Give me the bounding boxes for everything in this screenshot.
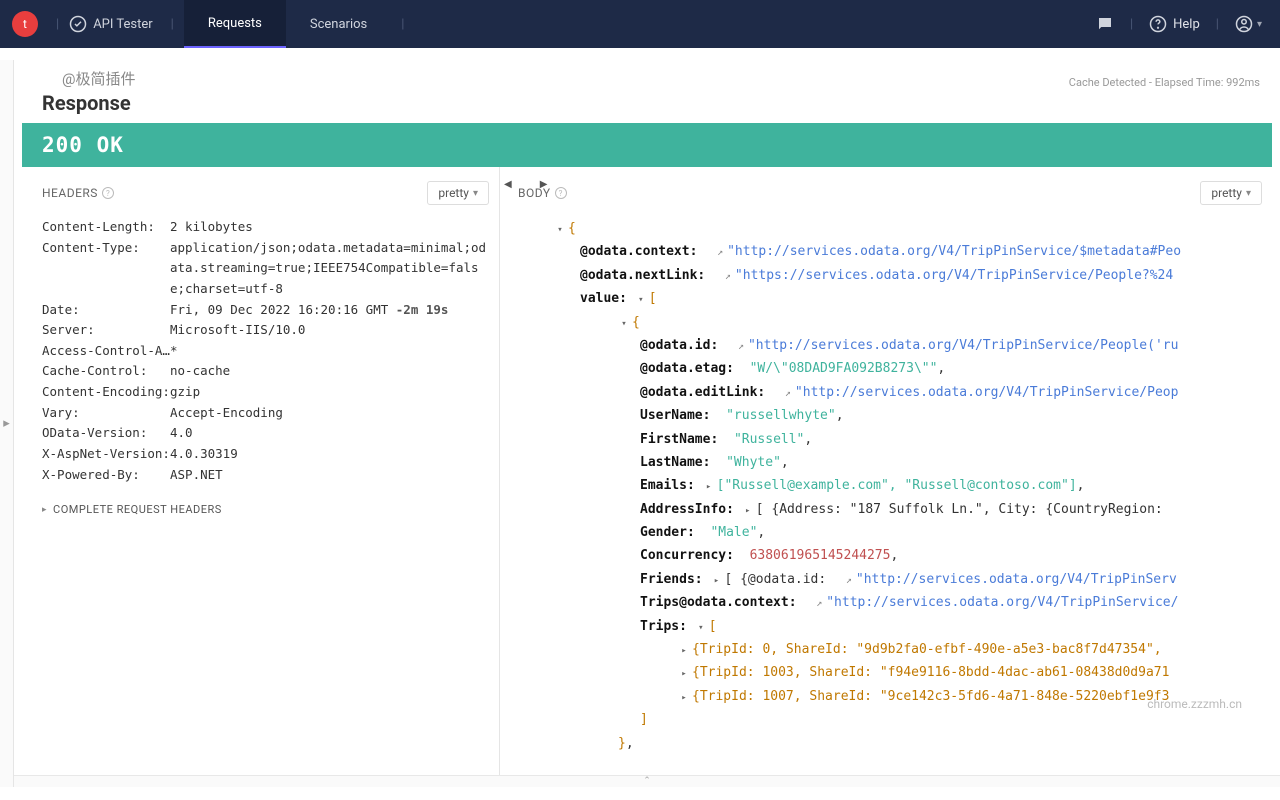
header-row: Content-Type:application/json;odata.meta…	[42, 238, 489, 300]
nav-label: API Tester	[93, 17, 152, 32]
header-key: Server:	[42, 320, 170, 341]
header-value: gzip	[170, 382, 489, 403]
response-title: Response	[42, 91, 131, 115]
external-link-icon[interactable]: ↗	[717, 244, 723, 262]
speech-icon	[1096, 15, 1114, 33]
headers-title: HEADERS	[42, 186, 98, 200]
toggle-icon[interactable]: ▸	[678, 643, 690, 659]
header-value: Fri, 09 Dec 2022 16:20:16 GMT -2m 19s	[170, 300, 489, 321]
check-circle-icon	[69, 15, 87, 33]
external-link-icon[interactable]: ↗	[816, 595, 822, 613]
watermark-right: chrome.zzzmh.cn	[1147, 697, 1242, 711]
help-button[interactable]: Help	[1143, 15, 1206, 33]
external-link-icon[interactable]: ↗	[846, 572, 852, 590]
external-link-icon[interactable]: ↗	[725, 268, 731, 286]
external-link-icon[interactable]: ↗	[738, 338, 744, 356]
header-key: Access-Control-Al…	[42, 341, 170, 362]
split-handle[interactable]: ◀ ▶	[500, 177, 540, 192]
header-key: Date:	[42, 300, 170, 321]
header-key: Vary:	[42, 403, 170, 424]
body-help-icon[interactable]: ?	[555, 187, 567, 199]
external-link-icon[interactable]: ↗	[785, 385, 791, 403]
collapse-left-icon[interactable]: ◀	[500, 177, 516, 192]
header-value: Accept-Encoding	[170, 403, 489, 424]
body-view-dropdown[interactable]: pretty ▾	[1200, 181, 1262, 205]
left-panel-handle[interactable]: ▸	[0, 60, 14, 787]
header-key: X-Powered-By:	[42, 465, 170, 486]
response-meta: Cache Detected - Elapsed Time: 992ms	[1069, 76, 1260, 89]
toggle-icon[interactable]: ▸	[703, 479, 715, 495]
headers-help-icon[interactable]: ?	[102, 187, 114, 199]
header-key: OData-Version:	[42, 423, 170, 444]
topbar: t | API Tester | Requests Scenarios | | …	[0, 0, 1280, 48]
headers-view-dropdown[interactable]: pretty ▾	[427, 181, 489, 205]
help-icon	[1149, 15, 1167, 33]
chevron-down-icon: ▾	[1246, 188, 1251, 199]
user-menu[interactable]: ▾	[1229, 15, 1268, 33]
nav-requests[interactable]: Requests	[184, 0, 286, 48]
header-key: X-AspNet-Version:	[42, 444, 170, 465]
logo: t	[12, 11, 38, 37]
complete-headers-toggle[interactable]: COMPLETE REQUEST HEADERS	[42, 503, 489, 516]
header-value: 4.0	[170, 423, 489, 444]
headers-table: Content-Length:2 kilobytesContent-Type:a…	[42, 217, 489, 485]
feedback-button[interactable]	[1090, 15, 1120, 33]
user-icon	[1235, 15, 1253, 33]
toggle-icon[interactable]: ▾	[695, 620, 707, 636]
toggle-icon[interactable]: ▸	[742, 503, 754, 519]
header-value: *	[170, 341, 489, 362]
header-row: Vary:Accept-Encoding	[42, 403, 489, 424]
headers-column: HEADERS ? pretty ▾ Content-Length:2 kilo…	[22, 167, 500, 787]
header-row: Content-Encoding:gzip	[42, 382, 489, 403]
header-key: Cache-Control:	[42, 361, 170, 382]
header-value: 2 kilobytes	[170, 217, 489, 238]
header-row: X-AspNet-Version:4.0.30319	[42, 444, 489, 465]
header-row: Content-Length:2 kilobytes	[42, 217, 489, 238]
header-key: Content-Length:	[42, 217, 170, 238]
header-row: Date:Fri, 09 Dec 2022 16:20:16 GMT -2m 1…	[42, 300, 489, 321]
chevron-down-icon: ▾	[1257, 19, 1262, 30]
toggle-icon[interactable]: ▾	[618, 316, 630, 332]
body-column: BODY ? pretty ▾ ▾{ @odata.context: ↗"htt…	[500, 167, 1272, 787]
header-value: 4.0.30319	[170, 444, 489, 465]
header-value: ASP.NET	[170, 465, 489, 486]
toggle-icon[interactable]: ▸	[678, 666, 690, 682]
collapse-right-icon[interactable]: ▶	[536, 177, 552, 192]
header-row: Access-Control-Al…*	[42, 341, 489, 362]
chevron-down-icon: ▾	[473, 188, 478, 199]
toggle-icon[interactable]: ▾	[554, 222, 566, 238]
header-row: Cache-Control:no-cache	[42, 361, 489, 382]
status-bar: 200 OK	[22, 123, 1272, 167]
header-key: Content-Type:	[42, 238, 170, 300]
watermark: @极简插件	[62, 68, 151, 89]
header-row: Server:Microsoft-IIS/10.0	[42, 320, 489, 341]
nav-api-tester[interactable]: API Tester	[69, 0, 160, 48]
bottom-panel-handle[interactable]: ⌃	[14, 775, 1280, 787]
nav-scenarios[interactable]: Scenarios	[286, 0, 391, 48]
response-panel: @极简插件 Response Cache Detected - Elapsed …	[22, 60, 1272, 787]
header-key: Content-Encoding:	[42, 382, 170, 403]
json-viewer: ▾{ @odata.context: ↗"http://services.oda…	[518, 217, 1262, 755]
toggle-icon[interactable]: ▸	[710, 573, 722, 589]
header-value: application/json;odata.metadata=minimal;…	[170, 238, 489, 300]
header-value: Microsoft-IIS/10.0	[170, 320, 489, 341]
toggle-icon[interactable]: ▾	[635, 292, 647, 308]
header-row: X-Powered-By:ASP.NET	[42, 465, 489, 486]
header-value: no-cache	[170, 361, 489, 382]
toggle-icon[interactable]: ▸	[678, 690, 690, 706]
header-row: OData-Version:4.0	[42, 423, 489, 444]
